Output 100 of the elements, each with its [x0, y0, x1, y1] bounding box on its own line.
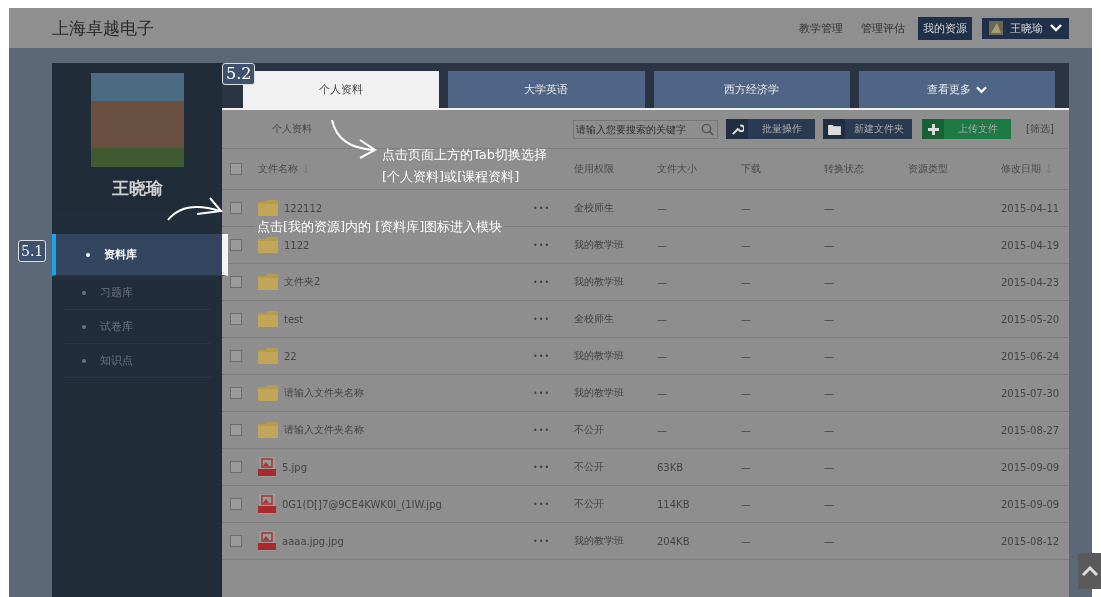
table-cell: —: [741, 239, 751, 251]
avatar-icon: [989, 21, 1003, 35]
column-header[interactable]: 下载: [741, 162, 761, 176]
table-cell: —: [824, 387, 834, 399]
more-menu[interactable]: •••: [533, 425, 551, 435]
table-cell: —: [824, 535, 834, 547]
chevron-down-icon: [1050, 24, 1062, 32]
nav-link[interactable]: 我的资源: [918, 16, 972, 40]
sidebar-item[interactable]: 习题库: [64, 276, 210, 310]
filter-link[interactable]: [筛选]: [1026, 122, 1054, 136]
table-cell: 2015-08-12: [1001, 535, 1060, 547]
table-cell: —: [741, 535, 751, 547]
table-cell: 2015-08-27: [1001, 424, 1060, 436]
more-menu[interactable]: •••: [533, 314, 551, 324]
table-cell: —: [741, 424, 751, 436]
sidebar-item[interactable]: 试卷库: [64, 310, 210, 344]
file-name[interactable]: test: [284, 313, 304, 325]
jpg-file-icon: [258, 457, 276, 477]
folder-icon: [258, 348, 278, 364]
user-menu[interactable]: 王晓瑜: [982, 17, 1069, 39]
column-header[interactable]: 转换状态: [824, 162, 864, 176]
folder-icon: [258, 422, 278, 438]
table-cell: —: [657, 202, 667, 214]
table-cell: 114KB: [657, 498, 690, 510]
more-menu[interactable]: •••: [533, 351, 551, 361]
table-cell: 2015-05-20: [1001, 313, 1060, 325]
more-menu[interactable]: •••: [533, 462, 551, 472]
table-cell: —: [657, 276, 667, 288]
checkbox[interactable]: [230, 498, 242, 510]
checkbox[interactable]: [230, 276, 242, 288]
table-cell: —: [824, 276, 834, 288]
table-cell: —: [741, 498, 751, 510]
jpg-file-icon: [258, 494, 276, 514]
table-cell: 我的教学班: [574, 238, 624, 252]
checkbox[interactable]: [230, 387, 242, 399]
toolbar-button[interactable]: 新建文件夹: [823, 119, 912, 139]
nav-link[interactable]: 管理评估: [856, 16, 910, 40]
table-cell: 2015-04-19: [1001, 239, 1060, 251]
tab[interactable]: 查看更多: [858, 71, 1055, 108]
table-cell: —: [741, 387, 751, 399]
more-menu[interactable]: •••: [533, 240, 551, 250]
tab[interactable]: 西方经济学: [653, 71, 850, 108]
toolbar-button[interactable]: 批量操作: [726, 119, 815, 139]
table-cell: —: [741, 276, 751, 288]
table-cell: 全校师生: [574, 201, 614, 215]
table-cell: 2015-07-30: [1001, 387, 1060, 399]
checkbox[interactable]: [230, 535, 242, 547]
checkbox[interactable]: [230, 163, 242, 175]
search-field[interactable]: 请输入您要搜索的关键字: [573, 119, 718, 139]
checkbox[interactable]: [230, 461, 242, 473]
table-cell: —: [741, 313, 751, 325]
chevron-down-icon: [975, 85, 987, 94]
file-name[interactable]: 文件夹2: [284, 275, 321, 289]
more-menu[interactable]: •••: [533, 203, 551, 213]
column-header[interactable]: 文件名称: [258, 162, 309, 176]
more-menu[interactable]: •••: [533, 536, 551, 546]
file-name[interactable]: aaaa.jpg.jpg: [282, 535, 344, 547]
table-cell: 我的教学班: [574, 349, 624, 363]
nav-link[interactable]: 教学管理: [794, 16, 848, 40]
more-menu[interactable]: •••: [533, 277, 551, 287]
checkbox[interactable]: [230, 313, 242, 325]
table-cell: —: [657, 350, 667, 362]
toolbar-button[interactable]: 上传文件: [922, 119, 1011, 139]
folder-icon: [258, 385, 278, 401]
table-cell: 全校师生: [574, 312, 614, 326]
file-name[interactable]: 5.jpg: [282, 461, 307, 473]
annotation-text: 点击[我的资源]内的 [资料库]图标进入模块: [255, 219, 505, 235]
tab[interactable]: 大学英语: [448, 71, 645, 108]
file-name[interactable]: 122112: [284, 202, 323, 214]
table-cell: —: [657, 313, 667, 325]
table-cell: 不公开: [574, 497, 604, 511]
plus-icon: [927, 123, 939, 135]
more-menu[interactable]: •••: [533, 499, 551, 509]
checkbox[interactable]: [230, 350, 242, 362]
table-cell: 不公开: [574, 423, 604, 437]
checkbox[interactable]: [230, 202, 242, 214]
table-cell: 我的教学班: [574, 534, 624, 548]
table-cell: —: [741, 350, 751, 362]
sidebar-item[interactable]: 资料库: [52, 234, 228, 276]
table-cell: —: [824, 202, 834, 214]
table-cell: 我的教学班: [574, 386, 624, 400]
table-cell: 2015-04-11: [1001, 202, 1060, 214]
step-badge: 5.2: [222, 63, 256, 85]
sidebar-item[interactable]: 知识点: [64, 344, 210, 378]
file-name[interactable]: 请输入文件夹名称: [284, 386, 364, 400]
file-name[interactable]: 1122: [284, 239, 310, 251]
table-cell: 2015-09-09: [1001, 461, 1060, 473]
back-to-top-button[interactable]: [1078, 553, 1101, 589]
file-name[interactable]: 请输入文件夹名称: [284, 423, 364, 437]
folder-icon: [258, 311, 278, 327]
table-cell: 2015-06-24: [1001, 350, 1060, 362]
file-name[interactable]: 0G1(D[]7@9CE4KWK0I_(1IW.jpg: [282, 498, 442, 510]
more-menu[interactable]: •••: [533, 388, 551, 398]
table-cell: —: [741, 461, 751, 473]
annotation-text: 点击页面上方的Tab切换选择 [个人资料]或[课程资料]: [382, 146, 547, 186]
file-name[interactable]: 22: [284, 350, 297, 362]
folder-icon: [258, 274, 278, 290]
checkbox[interactable]: [230, 239, 242, 251]
checkbox[interactable]: [230, 424, 242, 436]
column-header[interactable]: 文件大小: [657, 162, 697, 176]
